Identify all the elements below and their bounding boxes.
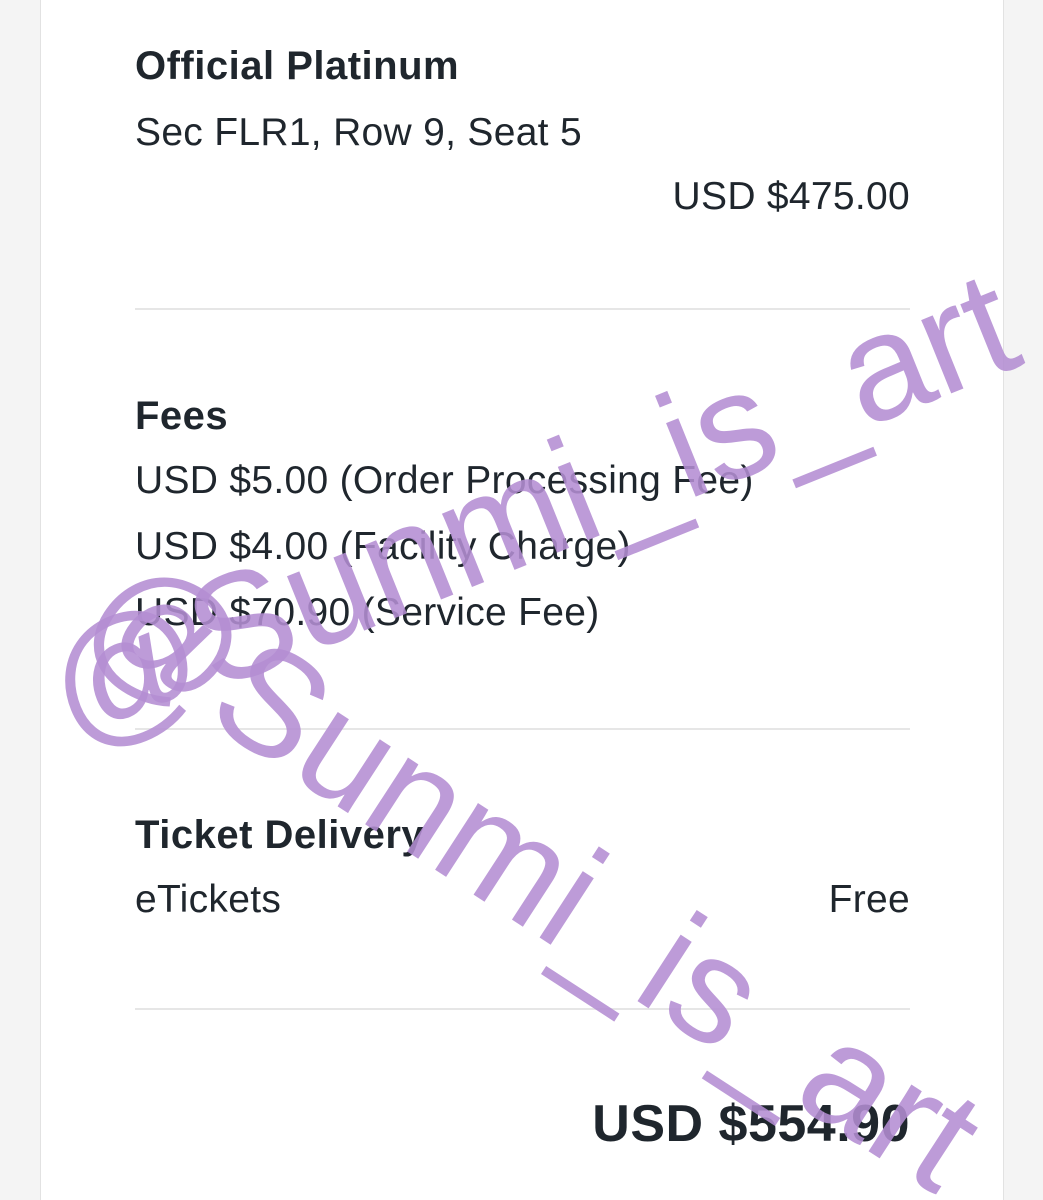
fee-facility-charge: USD $4.00 (Facility Charge) [135, 525, 631, 568]
delivery-row: eTickets Free [135, 878, 910, 922]
delivery-cost: Free [828, 878, 910, 921]
divider [135, 308, 910, 310]
seat-info: Sec FLR1, Row 9, Seat 5 [135, 111, 582, 154]
order-total: USD $554.90 [592, 1095, 910, 1153]
divider [135, 1008, 910, 1010]
ticket-price: USD $475.00 [672, 175, 910, 218]
delivery-heading: Ticket Delivery [135, 813, 425, 857]
ticket-type: Official Platinum [135, 44, 460, 88]
divider [135, 728, 910, 730]
fee-service: USD $70.90 (Service Fee) [135, 591, 600, 634]
ticket-section: Official Platinum Sec FLR1, Row 9, Seat … [135, 44, 910, 219]
delivery-method: eTickets [135, 878, 282, 921]
delivery-section: Ticket Delivery eTickets Free [135, 813, 910, 922]
fees-heading: Fees [135, 394, 229, 438]
fee-order-processing: USD $5.00 (Order Processing Fee) [135, 459, 754, 502]
total-section: USD $554.90 [135, 1094, 910, 1154]
fees-section: Fees USD $5.00 (Order Processing Fee) US… [135, 394, 910, 635]
order-summary-card: Official Platinum Sec FLR1, Row 9, Seat … [40, 0, 1004, 1200]
